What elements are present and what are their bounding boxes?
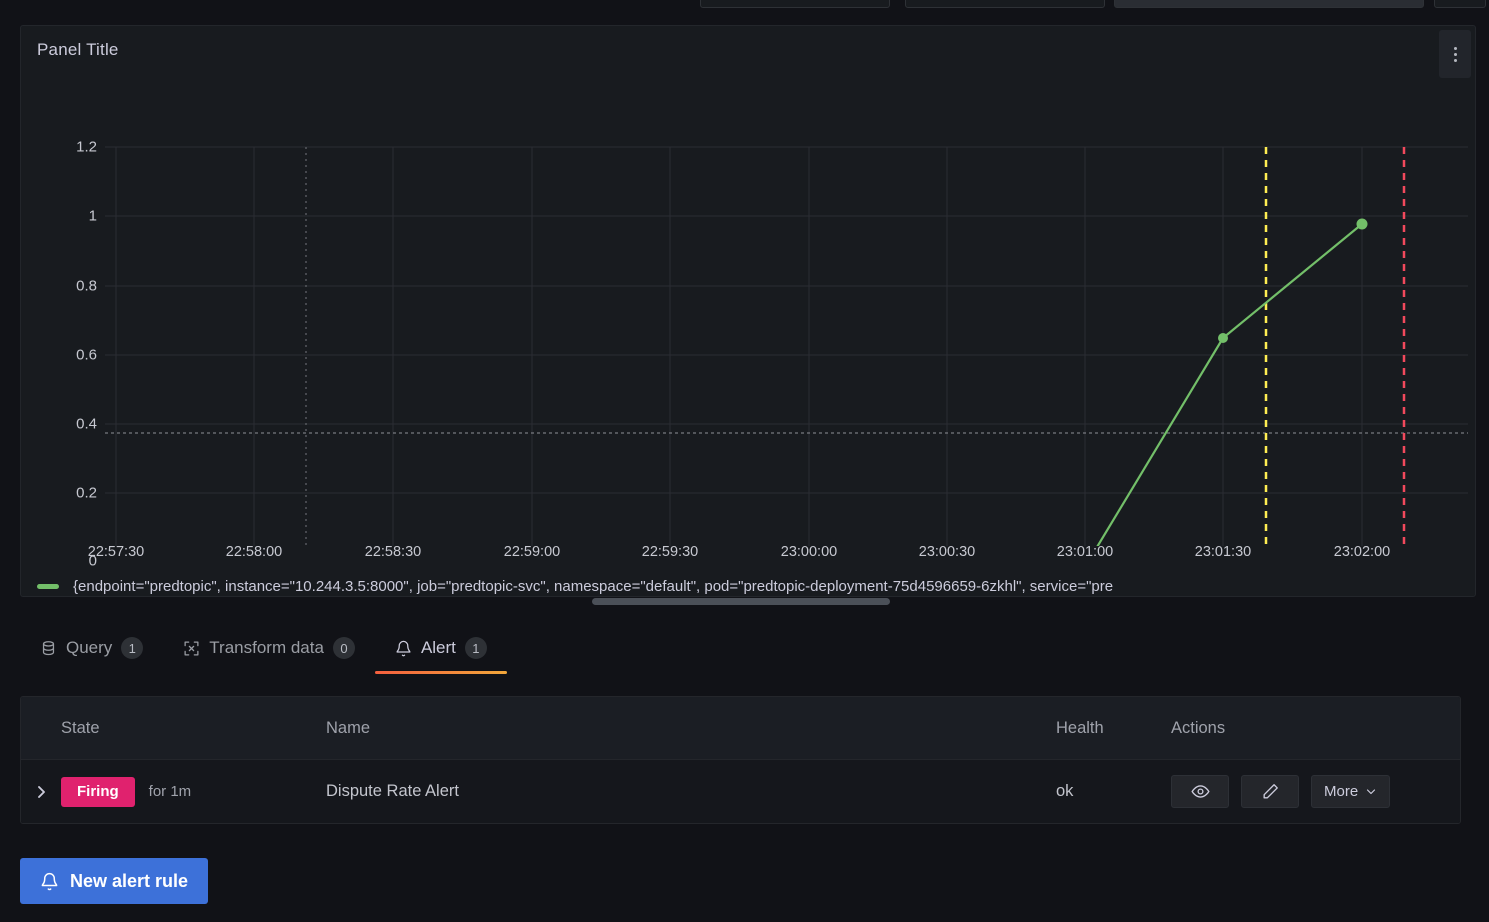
series-line	[1096, 222, 1364, 546]
y-axis: 1.2 1 0.8 0.6 0.4 0.2 0	[21, 76, 105, 570]
toolbar-stub-1[interactable]	[700, 0, 890, 8]
panel-title: Panel Title	[37, 40, 119, 59]
eye-icon	[1190, 785, 1210, 798]
tab-transform-data-count: 0	[332, 637, 355, 659]
y-tick: 0.2	[76, 484, 97, 502]
y-tick: 1.2	[76, 138, 97, 156]
top-toolbar-strip	[0, 0, 1489, 10]
tab-alert-label: Alert	[420, 638, 456, 657]
grid-horizontal	[105, 146, 1468, 494]
pencil-icon	[1262, 784, 1278, 799]
status-badge: Firing	[61, 776, 135, 807]
x-tick: 23:01:00	[1056, 544, 1114, 560]
panel-editor-tabs: Query 1 Transform data 0 Alert 1	[20, 622, 1476, 674]
x-tick: 23:00:00	[780, 544, 838, 560]
tab-transform-data-label: Transform data	[209, 638, 324, 657]
y-tick: 0.6	[76, 346, 97, 364]
toolbar-stub-3[interactable]	[1114, 0, 1424, 8]
chart-legend[interactable]: {endpoint="predtopic", instance="10.244.…	[21, 571, 1477, 601]
y-tick: 0.4	[76, 415, 97, 433]
y-tick: 0.8	[76, 277, 97, 295]
x-axis: 22:57:30 22:58:00 22:58:30 22:59:00 22:5…	[21, 544, 1477, 568]
bell-icon	[41, 872, 58, 890]
column-header-name: Name	[326, 718, 371, 737]
timeseries-chart[interactable]	[21, 76, 1477, 546]
column-header-state: State	[61, 718, 100, 737]
new-alert-rule-label: New alert rule	[70, 870, 189, 891]
series-points	[1218, 218, 1368, 343]
x-tick: 22:58:30	[364, 544, 422, 560]
tab-alert-count: 1	[464, 637, 487, 659]
x-tick: 22:59:00	[503, 544, 561, 560]
graph-panel: Panel Title 1.2 1 0.8 0.6 0.4 0.2 0 22:5…	[20, 25, 1476, 597]
grid-vertical	[115, 147, 1363, 546]
legend-color-swatch	[37, 583, 59, 589]
transform-icon	[184, 640, 199, 656]
row-state-cell: Firing for 1m	[61, 776, 326, 807]
x-tick: 22:58:00	[225, 544, 283, 560]
view-alert-button[interactable]	[1171, 775, 1229, 808]
column-header-health: Health	[1056, 718, 1104, 737]
row-expand-button[interactable]	[21, 784, 61, 800]
x-tick: 23:01:30	[1194, 544, 1252, 560]
x-tick: 22:59:30	[641, 544, 699, 560]
panel-menu-button[interactable]	[1439, 30, 1471, 78]
x-tick: 23:00:30	[918, 544, 976, 560]
chevron-down-icon	[1367, 788, 1376, 794]
row-alert-name[interactable]: Dispute Rate Alert	[326, 782, 1056, 801]
database-icon	[42, 640, 55, 655]
horizontal-scrollbar[interactable]	[592, 598, 890, 605]
tab-alert[interactable]: Alert 1	[374, 622, 507, 674]
chart-area: 1.2 1 0.8 0.6 0.4 0.2 0	[21, 76, 1477, 570]
tab-query-count: 1	[121, 637, 144, 659]
edit-alert-button[interactable]	[1241, 775, 1299, 808]
tab-query-label: Query	[66, 638, 113, 657]
toolbar-stub-2[interactable]	[905, 0, 1105, 8]
table-row: Firing for 1m Dispute Rate Alert ok More	[21, 759, 1460, 823]
x-tick: 23:02:00	[1333, 544, 1391, 560]
tab-transform-data[interactable]: Transform data 0	[163, 622, 375, 674]
chevron-right-icon	[37, 785, 45, 798]
row-for-duration: for 1m	[148, 783, 192, 800]
column-header-actions: Actions	[1171, 718, 1226, 737]
kebab-menu-icon	[1453, 46, 1457, 62]
table-header-row: State Name Health Actions	[21, 697, 1460, 759]
alert-rules-table: State Name Health Actions Firing for 1m …	[20, 696, 1461, 824]
more-actions-button[interactable]: More	[1311, 775, 1391, 808]
new-alert-rule-button[interactable]: New alert rule	[20, 858, 209, 904]
y-tick: 1	[88, 207, 97, 225]
panel-edit-page: Panel Title 1.2 1 0.8 0.6 0.4 0.2 0 22:5…	[0, 0, 1489, 922]
row-health: ok	[1056, 782, 1074, 800]
more-actions-label: More	[1324, 783, 1359, 800]
bell-icon	[396, 640, 411, 656]
x-tick: 22:57:30	[87, 544, 145, 560]
panel-header: Panel Title	[21, 26, 1475, 78]
legend-series-label[interactable]: {endpoint="predtopic", instance="10.244.…	[73, 578, 1113, 595]
tab-query[interactable]: Query 1	[20, 622, 163, 674]
row-actions-cell: More	[1171, 775, 1460, 808]
toolbar-stub-4[interactable]	[1434, 0, 1486, 8]
